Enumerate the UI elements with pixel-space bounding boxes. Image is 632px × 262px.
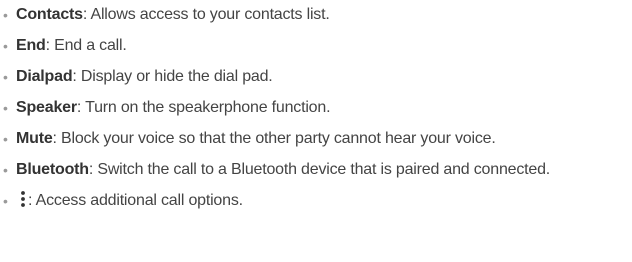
item-term: Speaker [16, 99, 77, 116]
bullet: • [3, 7, 8, 23]
feature-list: • Contacts: Allows access to your contac… [0, 0, 632, 213]
list-item-end: • End: End a call. [0, 34, 632, 58]
item-separator: : [52, 130, 57, 147]
list-item-speaker: • Speaker: Turn on the speakerphone func… [0, 96, 632, 120]
list-item-bluetooth: • Bluetooth: Switch the call to a Blueto… [0, 158, 632, 182]
bullet: • [3, 100, 8, 116]
bullet: • [3, 162, 8, 178]
item-term: Dialpad [16, 68, 73, 85]
item-description: End a call. [54, 37, 127, 54]
item-term: Bluetooth [16, 161, 89, 178]
list-item-contacts: • Contacts: Allows access to your contac… [0, 3, 632, 27]
bullet: • [3, 193, 8, 209]
item-description: Display or hide the dial pad. [80, 68, 273, 85]
item-description: Switch the call to a Bluetooth device th… [97, 161, 551, 178]
list-item-mute: • Mute: Block your voice so that the oth… [0, 127, 632, 151]
item-term: Contacts [16, 6, 83, 23]
bullet: • [3, 131, 8, 147]
list-item-more-options: • : Access additional call options. [0, 189, 632, 213]
item-separator: : [88, 161, 94, 178]
item-term: End [16, 37, 46, 54]
item-separator: : [82, 6, 88, 23]
item-separator: : [45, 37, 50, 54]
item-separator: : [72, 68, 77, 85]
list-item-dialpad: • Dialpad: Display or hide the dial pad. [0, 65, 632, 89]
item-description: Block your voice so that the other party… [61, 130, 496, 147]
bullet: • [3, 38, 8, 54]
item-separator: : [28, 192, 33, 209]
item-description: Turn on the speakerphone function. [85, 99, 331, 116]
item-term: Mute [16, 130, 53, 147]
item-separator: : [76, 99, 82, 116]
item-description: Access additional call options. [35, 192, 243, 209]
item-description: Allows access to your contacts list. [90, 6, 330, 23]
more-options-vertical-icon [18, 190, 28, 208]
bullet: • [3, 69, 8, 85]
